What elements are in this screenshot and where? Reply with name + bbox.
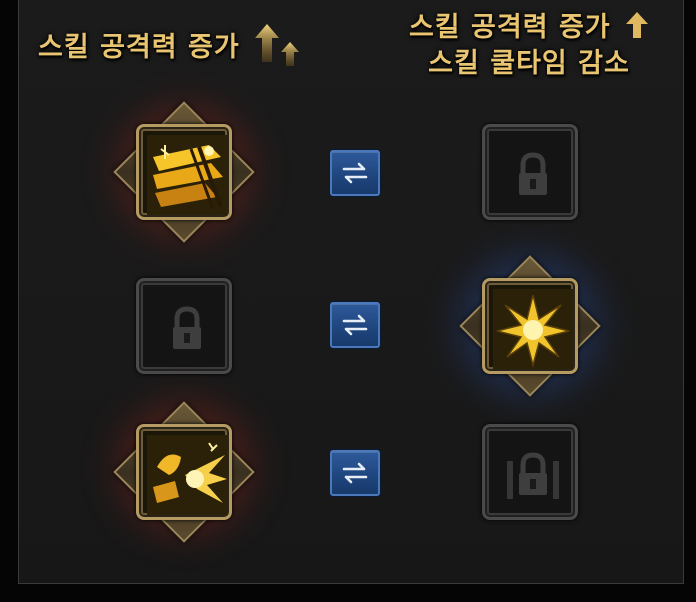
- pillared-lock-icon: [507, 452, 559, 499]
- right-column-header: 스킬 공격력 증가 스킬 쿨타임 감소: [390, 10, 668, 81]
- lock-icon: [173, 306, 201, 349]
- starburst-skill-icon: [493, 289, 573, 369]
- swap-arrows-icon: [342, 462, 368, 484]
- right-header-line2: 스킬 쿨타임 감소: [428, 48, 630, 79]
- golden-slash-skill-icon: [147, 135, 227, 215]
- skill-frame[interactable]: [136, 124, 232, 220]
- skill-slot-row1-right[interactable]: [482, 124, 578, 220]
- left-header-text: 스킬 공격력 증가: [38, 32, 240, 63]
- skill-frame[interactable]: [482, 278, 578, 374]
- skill-slot-row1-left[interactable]: [113, 101, 255, 243]
- swap-button-row2[interactable]: [330, 302, 380, 348]
- skill-frame-locked[interactable]: [482, 124, 578, 220]
- skill-frame-locked[interactable]: [136, 278, 232, 374]
- arrow-up-icon: [254, 22, 300, 75]
- skill-slot-row3-left[interactable]: [113, 401, 255, 543]
- skill-slot-row3-right[interactable]: [482, 424, 578, 520]
- skill-slot-row2-left[interactable]: [136, 278, 232, 374]
- bottom-strip: [0, 584, 696, 602]
- swap-button-row3[interactable]: [330, 450, 380, 496]
- arrow-up-icon: [625, 10, 649, 47]
- swap-arrows-icon: [342, 162, 368, 184]
- swap-arrows-icon: [342, 314, 368, 336]
- skill-frame-locked[interactable]: [482, 424, 578, 520]
- lock-icon: [519, 152, 547, 195]
- skill-slot-row2-right[interactable]: [459, 255, 601, 397]
- swap-button-row1[interactable]: [330, 150, 380, 196]
- left-column-header: 스킬 공격력 증가: [38, 22, 300, 75]
- right-header-line1: 스킬 공격력 증가: [408, 12, 611, 43]
- skill-frame[interactable]: [136, 424, 232, 520]
- golden-blast-skill-icon: [147, 435, 227, 515]
